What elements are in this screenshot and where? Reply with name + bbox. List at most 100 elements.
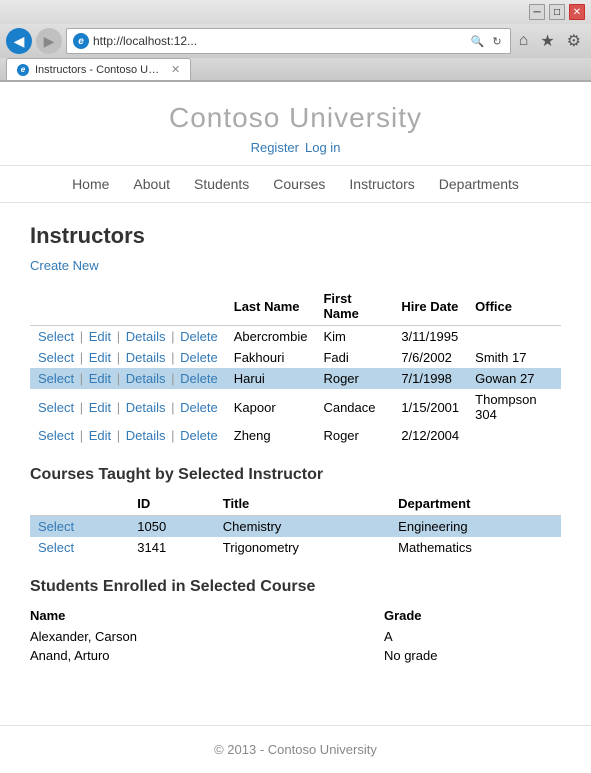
tab-close-icon[interactable]: ✕ bbox=[171, 63, 180, 76]
select-link[interactable]: Select bbox=[38, 329, 74, 344]
details-link[interactable]: Details bbox=[126, 400, 166, 415]
course-select-link[interactable]: Select bbox=[38, 519, 74, 534]
nav-home[interactable]: Home bbox=[72, 176, 109, 192]
last-name: Fakhouri bbox=[226, 347, 316, 368]
select-link[interactable]: Select bbox=[38, 350, 74, 365]
back-button[interactable]: ◀ bbox=[6, 28, 32, 54]
course-id: 1050 bbox=[129, 516, 215, 538]
site-auth: Register Log in bbox=[0, 140, 591, 155]
page-heading: Instructors bbox=[30, 223, 561, 249]
last-name: Abercrombie bbox=[226, 326, 316, 348]
hire-date: 7/6/2002 bbox=[393, 347, 467, 368]
details-link[interactable]: Details bbox=[126, 329, 166, 344]
delete-link[interactable]: Delete bbox=[180, 329, 218, 344]
footer-text: © 2013 - Contoso University bbox=[214, 742, 377, 757]
table-row: Select 3141 Trigonometry Mathematics bbox=[30, 537, 561, 558]
course-select-link[interactable]: Select bbox=[38, 540, 74, 555]
site-title: Contoso University bbox=[0, 102, 591, 134]
col-department: Department bbox=[390, 492, 561, 516]
office bbox=[467, 326, 561, 348]
first-name: Candace bbox=[315, 389, 393, 425]
address-search-icon[interactable]: 🔍 bbox=[469, 35, 487, 48]
table-row: Select | Edit | Details | Delete Fakhour… bbox=[30, 347, 561, 368]
maximize-button[interactable]: □ bbox=[549, 4, 565, 20]
favorites-button[interactable]: ★ bbox=[536, 29, 558, 53]
students-section-heading: Students Enrolled in Selected Course bbox=[30, 578, 561, 596]
title-bar: ─ □ ✕ bbox=[0, 0, 591, 24]
course-title: Trigonometry bbox=[215, 537, 390, 558]
edit-link[interactable]: Edit bbox=[89, 371, 111, 386]
edit-link[interactable]: Edit bbox=[89, 400, 111, 415]
courses-header-row: ID Title Department bbox=[30, 492, 561, 516]
tab-label: Instructors - Contoso Unive... bbox=[35, 64, 165, 76]
student-grade: No grade bbox=[384, 646, 561, 665]
students-header-row: Name Grade bbox=[30, 604, 561, 627]
student-name: Alexander, Carson bbox=[30, 627, 384, 646]
details-link[interactable]: Details bbox=[126, 428, 166, 443]
select-link[interactable]: Select bbox=[38, 428, 74, 443]
details-link[interactable]: Details bbox=[126, 350, 166, 365]
col-id: ID bbox=[129, 492, 215, 516]
course-id: 3141 bbox=[129, 537, 215, 558]
row-actions: Select | Edit | Details | Delete bbox=[30, 425, 226, 446]
last-name: Kapoor bbox=[226, 389, 316, 425]
course-select: Select bbox=[30, 516, 129, 538]
forward-button[interactable]: ▶ bbox=[36, 28, 62, 54]
table-row: Select | Edit | Details | Delete Harui R… bbox=[30, 368, 561, 389]
col-grade: Grade bbox=[384, 604, 561, 627]
site-nav: Home About Students Courses Instructors … bbox=[0, 165, 591, 203]
address-bar[interactable]: e http://localhost:12... 🔍 ↻ bbox=[66, 28, 511, 54]
instructors-table: Last Name First Name Hire Date Office Se… bbox=[30, 287, 561, 446]
col-select bbox=[30, 492, 129, 516]
select-link[interactable]: Select bbox=[38, 400, 74, 415]
close-button[interactable]: ✕ bbox=[569, 4, 585, 20]
last-name: Zheng bbox=[226, 425, 316, 446]
col-first-name: First Name bbox=[315, 287, 393, 326]
table-row: Select 1050 Chemistry Engineering bbox=[30, 516, 561, 538]
edit-link[interactable]: Edit bbox=[89, 350, 111, 365]
row-actions: Select | Edit | Details | Delete bbox=[30, 326, 226, 348]
active-tab[interactable]: e Instructors - Contoso Unive... ✕ bbox=[6, 58, 191, 80]
select-link[interactable]: Select bbox=[38, 371, 74, 386]
home-button[interactable]: ⌂ bbox=[515, 30, 533, 52]
delete-link[interactable]: Delete bbox=[180, 371, 218, 386]
delete-link[interactable]: Delete bbox=[180, 350, 218, 365]
hire-date: 7/1/1998 bbox=[393, 368, 467, 389]
students-table: Name Grade Alexander, Carson A Anand, Ar… bbox=[30, 604, 561, 665]
address-actions: 🔍 ↻ bbox=[469, 35, 504, 48]
table-row: Alexander, Carson A bbox=[30, 627, 561, 646]
register-link[interactable]: Register bbox=[251, 140, 299, 155]
table-row: Select | Edit | Details | Delete Zheng R… bbox=[30, 425, 561, 446]
table-row: Select | Edit | Details | Delete Kapoor … bbox=[30, 389, 561, 425]
table-row: Select | Edit | Details | Delete Abercro… bbox=[30, 326, 561, 348]
nav-instructors[interactable]: Instructors bbox=[349, 176, 414, 192]
ie-logo: e bbox=[73, 33, 89, 50]
office: Gowan 27 bbox=[467, 368, 561, 389]
address-text: http://localhost:12... bbox=[93, 34, 469, 48]
course-select: Select bbox=[30, 537, 129, 558]
title-bar-buttons: ─ □ ✕ bbox=[529, 4, 585, 20]
edit-link[interactable]: Edit bbox=[89, 428, 111, 443]
hire-date: 2/12/2004 bbox=[393, 425, 467, 446]
delete-link[interactable]: Delete bbox=[180, 428, 218, 443]
browser-chrome: ─ □ ✕ ◀ ▶ e http://localhost:12... 🔍 ↻ ⌂… bbox=[0, 0, 591, 82]
col-actions bbox=[30, 287, 226, 326]
login-link[interactable]: Log in bbox=[305, 140, 340, 155]
course-title: Chemistry bbox=[215, 516, 390, 538]
edit-link[interactable]: Edit bbox=[89, 329, 111, 344]
site-header: Contoso University Register Log in bbox=[0, 82, 591, 165]
hire-date: 1/15/2001 bbox=[393, 389, 467, 425]
nav-about[interactable]: About bbox=[133, 176, 170, 192]
minimize-button[interactable]: ─ bbox=[529, 4, 545, 20]
nav-departments[interactable]: Departments bbox=[439, 176, 519, 192]
delete-link[interactable]: Delete bbox=[180, 400, 218, 415]
col-title: Title bbox=[215, 492, 390, 516]
settings-button[interactable]: ⚙ bbox=[563, 29, 585, 53]
nav-courses[interactable]: Courses bbox=[273, 176, 325, 192]
details-link[interactable]: Details bbox=[126, 371, 166, 386]
course-department: Engineering bbox=[390, 516, 561, 538]
create-new-link[interactable]: Create New bbox=[30, 258, 99, 273]
col-last-name: Last Name bbox=[226, 287, 316, 326]
nav-students[interactable]: Students bbox=[194, 176, 249, 192]
address-refresh-icon[interactable]: ↻ bbox=[490, 35, 503, 48]
